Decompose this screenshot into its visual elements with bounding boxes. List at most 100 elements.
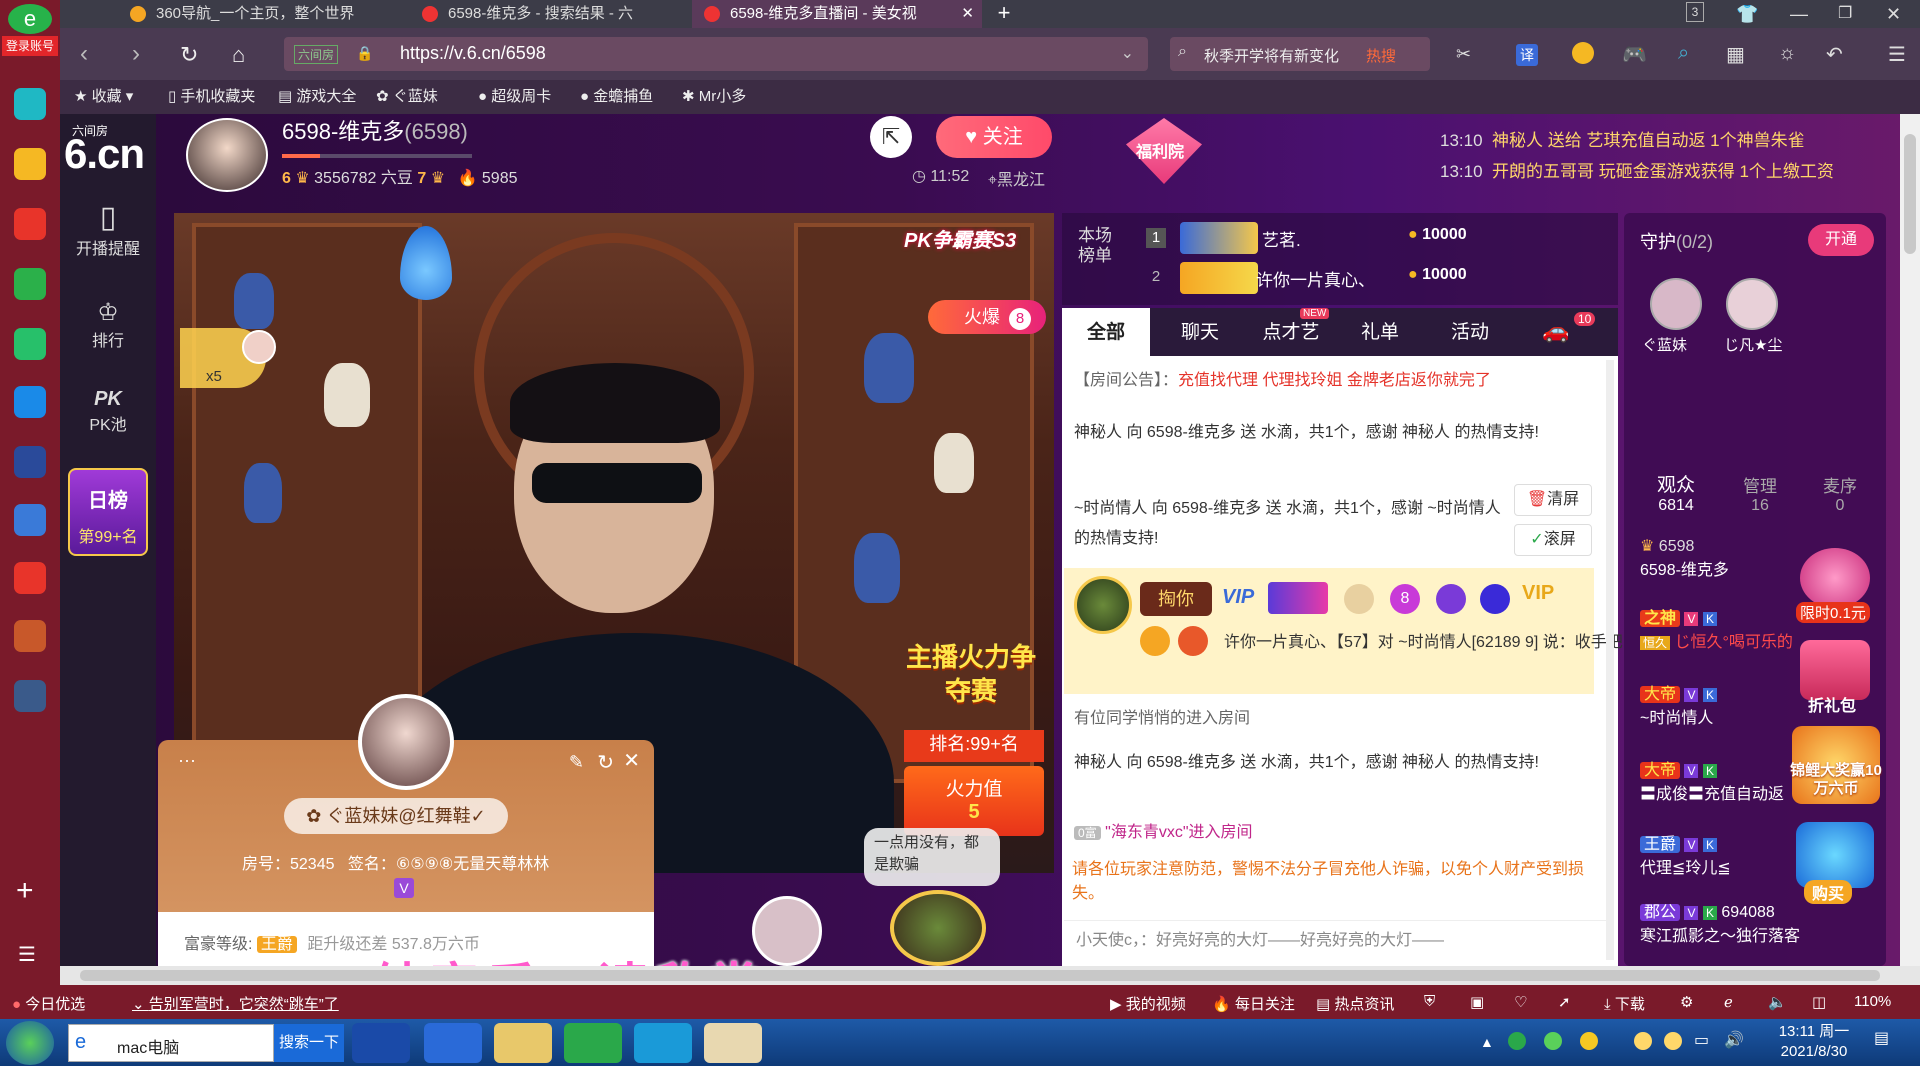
taskbar-folder-icon[interactable]	[494, 1023, 552, 1063]
bookmark-lanmei[interactable]: ✿ ぐ蓝妹	[376, 80, 438, 114]
dock-doc-icon[interactable]	[14, 504, 46, 536]
open-guard-button[interactable]: 开通	[1808, 224, 1874, 256]
scissors-icon[interactable]: ✂	[1456, 44, 1471, 65]
dock-star-icon[interactable]	[14, 148, 46, 180]
tray-shield-icon[interactable]	[1508, 1032, 1526, 1050]
close-window-button[interactable]: ✕	[1886, 0, 1901, 28]
tab-search-results[interactable]: 6598-维克多 - 搜索结果 - 六	[410, 0, 690, 28]
skin-icon[interactable]: 👕	[1736, 0, 1758, 28]
tray-app-icon[interactable]	[1544, 1032, 1562, 1050]
car-icon[interactable]: 🚗	[1542, 318, 1569, 344]
close-tab-icon[interactable]: ✕	[961, 0, 974, 28]
share-button[interactable]: ⇱	[870, 116, 912, 158]
shield-icon[interactable]: ⛨	[1424, 993, 1435, 1010]
undo-icon[interactable]: ↶	[1826, 42, 1843, 67]
profile-name[interactable]: ✿ ぐ蓝妹妹@红舞鞋✓	[284, 798, 508, 834]
taskbar-k-icon[interactable]	[352, 1023, 410, 1063]
guard-avatar[interactable]	[1650, 278, 1702, 330]
tray-up-icon[interactable]: ▲	[1480, 1034, 1494, 1050]
dock-game-icon[interactable]	[14, 620, 46, 652]
taskbar-player-icon[interactable]	[634, 1023, 692, 1063]
dock-game2-icon[interactable]	[14, 680, 46, 712]
chat-input-preview[interactable]: 小天使c，：好亮好亮的大灯——好亮好亮的大灯——	[1064, 920, 1608, 960]
tab-count-badge[interactable]: 3	[1686, 2, 1704, 22]
tray-network-icon[interactable]: ▭	[1694, 1030, 1709, 1050]
seat-avatar[interactable]	[890, 890, 986, 966]
taskbar-ie-icon[interactable]	[424, 1023, 482, 1063]
dual-pane-icon[interactable]: ◫	[1812, 993, 1826, 1011]
rocket-icon[interactable]: ➚	[1558, 993, 1571, 1011]
minimize-button[interactable]: —	[1790, 0, 1808, 28]
promo-gift-pack[interactable]: 折礼包	[1808, 692, 1856, 716]
forward-button[interactable]: ›	[132, 40, 140, 68]
dock-shop-icon[interactable]	[14, 562, 46, 594]
magnifier-icon[interactable]: ⌕	[1678, 42, 1689, 65]
tab-audience[interactable]: 观众 6814	[1646, 470, 1706, 515]
nav-ranking[interactable]: ♔ 排行	[60, 298, 156, 351]
taskbar-clock[interactable]: 13:11 周一 2021/8/30	[1760, 1022, 1868, 1062]
promo-limited[interactable]: 限时0.1元	[1796, 602, 1870, 623]
my-videos[interactable]: ▶ 我的视频	[1110, 993, 1186, 1014]
clear-screen-button[interactable]: 🗑清屏	[1514, 484, 1592, 516]
tray-qq-icon[interactable]	[1664, 1032, 1682, 1050]
page-scrollbar[interactable]	[1900, 114, 1920, 966]
tab-all[interactable]: 全部	[1062, 308, 1150, 358]
dock-app-icon[interactable]	[14, 88, 46, 120]
dock-mail-icon[interactable]	[14, 268, 46, 300]
bookmark-favorites[interactable]: ★ 收藏 ▾	[74, 80, 133, 114]
dock-weibo-icon[interactable]	[14, 208, 46, 240]
tools-icon[interactable]: ⚙	[1680, 993, 1693, 1011]
tab-360-nav[interactable]: 360导航_一个主页，整个世界	[118, 0, 418, 28]
tray-notification-icon[interactable]: ▤	[1874, 1028, 1889, 1048]
horizontal-scrollbar[interactable]	[60, 966, 1920, 985]
chat-scrollbar[interactable]	[1606, 360, 1614, 960]
streamer-avatar[interactable]	[186, 118, 268, 192]
start-button[interactable]	[6, 1021, 54, 1065]
refresh-icon[interactable]: ↻	[597, 750, 614, 775]
zoom-level[interactable]: 110%	[1854, 993, 1891, 1010]
today-picks[interactable]: ● 今日优选	[12, 993, 85, 1014]
tab-mic-queue[interactable]: 麦序 0	[1810, 472, 1870, 515]
tab-activity[interactable]: 活动	[1430, 308, 1510, 358]
image-icon[interactable]: ▣	[1470, 993, 1484, 1011]
dock-list-icon[interactable]: ☰	[18, 942, 36, 967]
audience-user[interactable]: 郡公 V K 694088 寒江孤影之～独行落客	[1640, 898, 1876, 946]
download-button[interactable]: ⤓ 下载	[1604, 993, 1645, 1014]
url-dropdown-icon[interactable]: ⌄	[1121, 43, 1134, 63]
search-field[interactable]: ⌕ 秋季开学将有新变化 热搜	[1170, 37, 1430, 71]
pk-contest-badge[interactable]: PK争霸赛S3	[904, 224, 1016, 253]
follow-button[interactable]: ♥ 关注	[936, 116, 1052, 158]
nav-live-remind[interactable]: ▯ 开播提醒	[60, 200, 156, 259]
dock-chat-icon[interactable]	[14, 328, 46, 360]
gift-pack-icon[interactable]	[1800, 640, 1870, 700]
profile-avatar[interactable]	[358, 694, 454, 790]
hot-news[interactable]: ▤ 热点资讯	[1316, 993, 1394, 1014]
dock-news-icon[interactable]	[14, 446, 46, 478]
maximize-button[interactable]: ❐	[1838, 0, 1852, 28]
dock-p-icon[interactable]	[14, 386, 46, 418]
site-logo[interactable]: 6.cn	[64, 130, 145, 178]
login-badge[interactable]: 登录账号	[2, 36, 58, 56]
bookmark-mobile[interactable]: ▯ 手机收藏夹	[168, 80, 255, 114]
browser-logo-icon[interactable]: e	[8, 4, 52, 34]
taskbar-search-button[interactable]: 搜索一下	[274, 1024, 344, 1062]
nav-pk-pool[interactable]: PK PK池	[60, 388, 156, 435]
tray-app-icon[interactable]	[1580, 1032, 1598, 1050]
audience-user[interactable]: 大帝 V K ~时尚情人	[1640, 680, 1810, 728]
coin-icon[interactable]	[1572, 42, 1594, 64]
promo-koi[interactable]: 锦鲤大奖赢10万六币	[1790, 762, 1882, 798]
bookmark-mr-xiaoduo[interactable]: ✱ Mr小多	[682, 80, 746, 114]
ie-icon[interactable]: ℯ	[1724, 993, 1733, 1011]
treasure-icon[interactable]	[1796, 822, 1874, 888]
menu-icon[interactable]: ☰	[1888, 42, 1906, 67]
vip-avatar[interactable]	[1074, 576, 1132, 634]
daily-follow[interactable]: 🔥 每日关注	[1212, 993, 1295, 1014]
buy-button[interactable]: 购买	[1804, 880, 1853, 904]
promo-heart-icon[interactable]	[1800, 548, 1870, 608]
tab-chat[interactable]: 聊天	[1160, 308, 1240, 358]
audience-user[interactable]: ♛ 6598 6598-维克多	[1640, 536, 1729, 580]
taskbar-browser-icon[interactable]	[564, 1023, 622, 1063]
audience-user[interactable]: 之神 V K 恒久 じ恒久°喝可乐的	[1640, 604, 1810, 652]
tab-admin[interactable]: 管理 16	[1730, 472, 1790, 515]
heart-outline-icon[interactable]: ♡	[1514, 993, 1527, 1011]
